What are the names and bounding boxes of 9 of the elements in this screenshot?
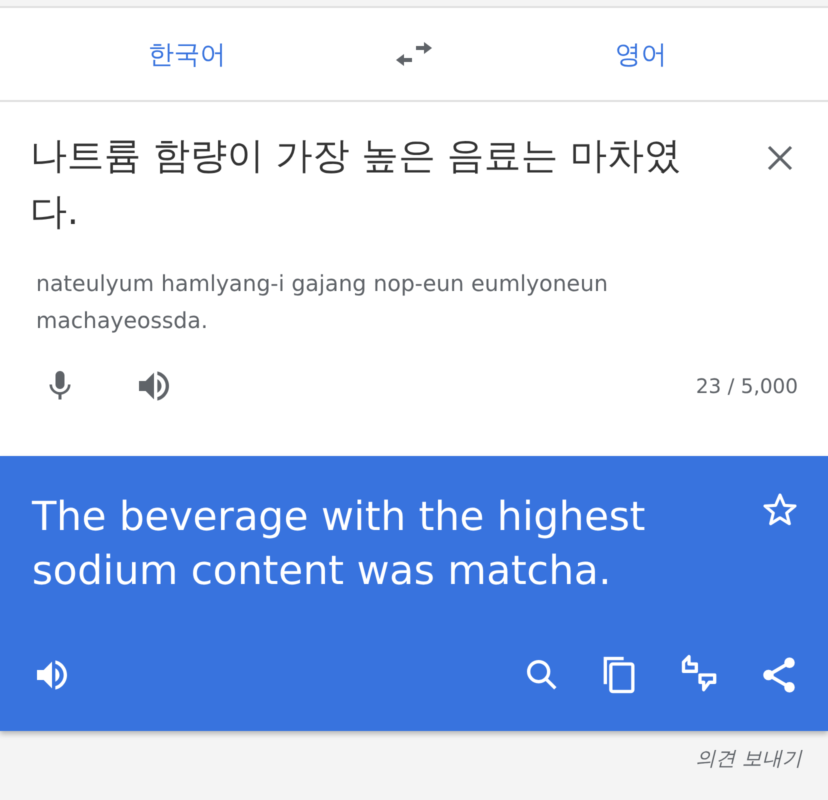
close-icon[interactable] [766, 144, 794, 172]
character-count: 23 / 5,000 [696, 374, 798, 398]
translated-text: The beverage with the highest sodium content was matcha. [32, 493, 646, 596]
romanization-text: nateulyum hamlyang-i gajang nop-eun eumlyoneun machayeossda. [35, 271, 609, 336]
source-text: 나트륨 함량이 가장 높은 음료는 마차였다. [30, 133, 682, 235]
source-language-tab[interactable]: 한국어 [132, 28, 242, 80]
target-language-tab[interactable]: 영어 [599, 28, 683, 80]
feedback-link[interactable]: 의견 보내기 [696, 745, 802, 772]
swap-icon[interactable] [396, 40, 432, 68]
